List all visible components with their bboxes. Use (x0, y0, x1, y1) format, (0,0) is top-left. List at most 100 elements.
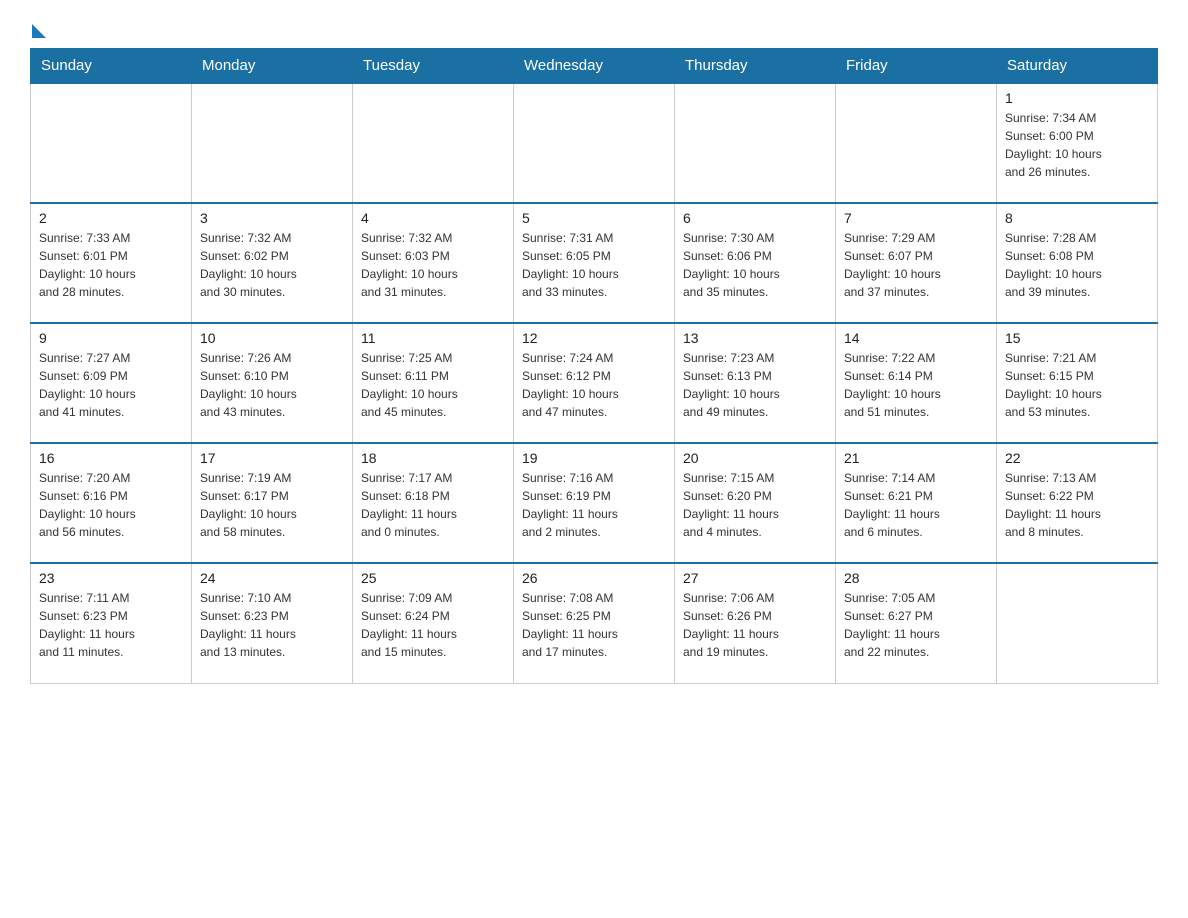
day-number: 3 (200, 210, 344, 226)
calendar-cell: 26 Sunrise: 7:08 AM Sunset: 6:25 PM Dayli… (514, 563, 675, 683)
day-number: 17 (200, 450, 344, 466)
day-number: 22 (1005, 450, 1149, 466)
calendar-cell: 27 Sunrise: 7:06 AM Sunset: 6:26 PM Dayli… (675, 563, 836, 683)
day-number: 5 (522, 210, 666, 226)
calendar-cell: 3 Sunrise: 7:32 AM Sunset: 6:02 PM Daylig… (192, 203, 353, 323)
calendar-cell (514, 83, 675, 203)
calendar-cell (836, 83, 997, 203)
day-number: 9 (39, 330, 183, 346)
calendar-cell: 16 Sunrise: 7:20 AM Sunset: 6:16 PM Dayli… (31, 443, 192, 563)
day-info: Sunrise: 7:13 AM Sunset: 6:22 PM Dayligh… (1005, 469, 1149, 541)
day-info: Sunrise: 7:31 AM Sunset: 6:05 PM Dayligh… (522, 229, 666, 301)
day-info: Sunrise: 7:33 AM Sunset: 6:01 PM Dayligh… (39, 229, 183, 301)
calendar-cell: 7 Sunrise: 7:29 AM Sunset: 6:07 PM Daylig… (836, 203, 997, 323)
calendar-cell: 20 Sunrise: 7:15 AM Sunset: 6:20 PM Dayli… (675, 443, 836, 563)
calendar-cell: 23 Sunrise: 7:11 AM Sunset: 6:23 PM Dayli… (31, 563, 192, 683)
calendar-cell: 14 Sunrise: 7:22 AM Sunset: 6:14 PM Dayli… (836, 323, 997, 443)
day-number: 4 (361, 210, 505, 226)
day-info: Sunrise: 7:34 AM Sunset: 6:00 PM Dayligh… (1005, 109, 1149, 181)
day-info: Sunrise: 7:32 AM Sunset: 6:02 PM Dayligh… (200, 229, 344, 301)
logo-arrow-icon (32, 24, 46, 38)
calendar-cell: 24 Sunrise: 7:10 AM Sunset: 6:23 PM Dayli… (192, 563, 353, 683)
calendar-cell (353, 83, 514, 203)
day-number: 1 (1005, 90, 1149, 106)
day-number: 13 (683, 330, 827, 346)
day-info: Sunrise: 7:06 AM Sunset: 6:26 PM Dayligh… (683, 589, 827, 661)
day-number: 28 (844, 570, 988, 586)
calendar-cell: 10 Sunrise: 7:26 AM Sunset: 6:10 PM Dayli… (192, 323, 353, 443)
day-info: Sunrise: 7:32 AM Sunset: 6:03 PM Dayligh… (361, 229, 505, 301)
day-info: Sunrise: 7:19 AM Sunset: 6:17 PM Dayligh… (200, 469, 344, 541)
day-number: 15 (1005, 330, 1149, 346)
day-number: 6 (683, 210, 827, 226)
page-header (30, 20, 1158, 38)
day-number: 18 (361, 450, 505, 466)
day-info: Sunrise: 7:16 AM Sunset: 6:19 PM Dayligh… (522, 469, 666, 541)
day-info: Sunrise: 7:10 AM Sunset: 6:23 PM Dayligh… (200, 589, 344, 661)
calendar-cell: 2 Sunrise: 7:33 AM Sunset: 6:01 PM Daylig… (31, 203, 192, 323)
calendar-cell: 11 Sunrise: 7:25 AM Sunset: 6:11 PM Dayli… (353, 323, 514, 443)
day-number: 23 (39, 570, 183, 586)
day-info: Sunrise: 7:11 AM Sunset: 6:23 PM Dayligh… (39, 589, 183, 661)
day-info: Sunrise: 7:15 AM Sunset: 6:20 PM Dayligh… (683, 469, 827, 541)
day-info: Sunrise: 7:09 AM Sunset: 6:24 PM Dayligh… (361, 589, 505, 661)
day-info: Sunrise: 7:23 AM Sunset: 6:13 PM Dayligh… (683, 349, 827, 421)
day-info: Sunrise: 7:22 AM Sunset: 6:14 PM Dayligh… (844, 349, 988, 421)
weekday-header-friday: Friday (836, 49, 997, 84)
calendar-week-row: 2 Sunrise: 7:33 AM Sunset: 6:01 PM Daylig… (31, 203, 1158, 323)
calendar-table: SundayMondayTuesdayWednesdayThursdayFrid… (30, 48, 1158, 684)
calendar-cell: 28 Sunrise: 7:05 AM Sunset: 6:27 PM Dayli… (836, 563, 997, 683)
day-info: Sunrise: 7:24 AM Sunset: 6:12 PM Dayligh… (522, 349, 666, 421)
day-number: 12 (522, 330, 666, 346)
day-number: 25 (361, 570, 505, 586)
calendar-cell: 8 Sunrise: 7:28 AM Sunset: 6:08 PM Daylig… (997, 203, 1158, 323)
day-info: Sunrise: 7:25 AM Sunset: 6:11 PM Dayligh… (361, 349, 505, 421)
calendar-cell: 22 Sunrise: 7:13 AM Sunset: 6:22 PM Dayli… (997, 443, 1158, 563)
day-number: 24 (200, 570, 344, 586)
day-info: Sunrise: 7:08 AM Sunset: 6:25 PM Dayligh… (522, 589, 666, 661)
day-info: Sunrise: 7:05 AM Sunset: 6:27 PM Dayligh… (844, 589, 988, 661)
calendar-cell: 15 Sunrise: 7:21 AM Sunset: 6:15 PM Dayli… (997, 323, 1158, 443)
day-number: 11 (361, 330, 505, 346)
weekday-header-row: SundayMondayTuesdayWednesdayThursdayFrid… (31, 49, 1158, 84)
calendar-cell (675, 83, 836, 203)
day-number: 20 (683, 450, 827, 466)
day-info: Sunrise: 7:21 AM Sunset: 6:15 PM Dayligh… (1005, 349, 1149, 421)
day-number: 2 (39, 210, 183, 226)
weekday-header-sunday: Sunday (31, 49, 192, 84)
calendar-cell: 6 Sunrise: 7:30 AM Sunset: 6:06 PM Daylig… (675, 203, 836, 323)
day-number: 19 (522, 450, 666, 466)
weekday-header-thursday: Thursday (675, 49, 836, 84)
calendar-week-row: 16 Sunrise: 7:20 AM Sunset: 6:16 PM Dayli… (31, 443, 1158, 563)
calendar-week-row: 9 Sunrise: 7:27 AM Sunset: 6:09 PM Daylig… (31, 323, 1158, 443)
day-info: Sunrise: 7:14 AM Sunset: 6:21 PM Dayligh… (844, 469, 988, 541)
day-number: 14 (844, 330, 988, 346)
calendar-week-row: 23 Sunrise: 7:11 AM Sunset: 6:23 PM Dayli… (31, 563, 1158, 683)
day-info: Sunrise: 7:26 AM Sunset: 6:10 PM Dayligh… (200, 349, 344, 421)
calendar-cell (997, 563, 1158, 683)
day-number: 16 (39, 450, 183, 466)
day-info: Sunrise: 7:17 AM Sunset: 6:18 PM Dayligh… (361, 469, 505, 541)
day-number: 26 (522, 570, 666, 586)
day-number: 8 (1005, 210, 1149, 226)
weekday-header-monday: Monday (192, 49, 353, 84)
calendar-cell: 18 Sunrise: 7:17 AM Sunset: 6:18 PM Dayli… (353, 443, 514, 563)
calendar-cell: 12 Sunrise: 7:24 AM Sunset: 6:12 PM Dayli… (514, 323, 675, 443)
calendar-cell (192, 83, 353, 203)
day-number: 7 (844, 210, 988, 226)
calendar-cell: 21 Sunrise: 7:14 AM Sunset: 6:21 PM Dayli… (836, 443, 997, 563)
day-info: Sunrise: 7:20 AM Sunset: 6:16 PM Dayligh… (39, 469, 183, 541)
day-info: Sunrise: 7:27 AM Sunset: 6:09 PM Dayligh… (39, 349, 183, 421)
calendar-cell: 25 Sunrise: 7:09 AM Sunset: 6:24 PM Dayli… (353, 563, 514, 683)
weekday-header-saturday: Saturday (997, 49, 1158, 84)
day-number: 27 (683, 570, 827, 586)
logo (30, 20, 46, 38)
day-info: Sunrise: 7:28 AM Sunset: 6:08 PM Dayligh… (1005, 229, 1149, 301)
calendar-cell: 4 Sunrise: 7:32 AM Sunset: 6:03 PM Daylig… (353, 203, 514, 323)
day-number: 21 (844, 450, 988, 466)
calendar-week-row: 1 Sunrise: 7:34 AM Sunset: 6:00 PM Daylig… (31, 83, 1158, 203)
day-info: Sunrise: 7:29 AM Sunset: 6:07 PM Dayligh… (844, 229, 988, 301)
day-info: Sunrise: 7:30 AM Sunset: 6:06 PM Dayligh… (683, 229, 827, 301)
day-number: 10 (200, 330, 344, 346)
calendar-cell: 9 Sunrise: 7:27 AM Sunset: 6:09 PM Daylig… (31, 323, 192, 443)
